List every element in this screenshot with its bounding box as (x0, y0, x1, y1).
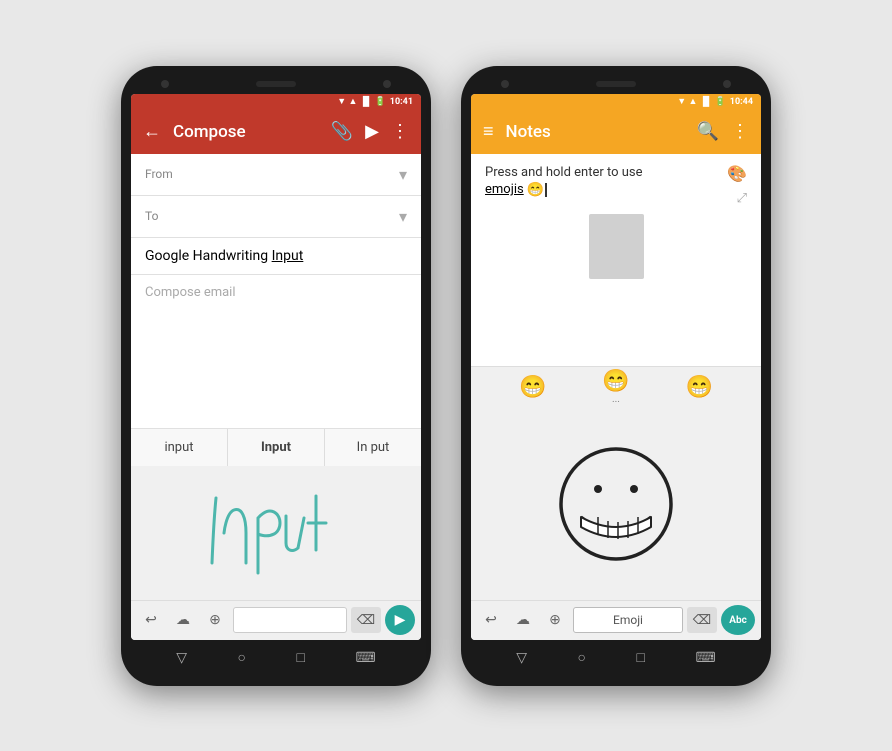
speaker-2 (596, 81, 636, 87)
gmail-form: From ▾ To ▾ Google Handwriting Input Com… (131, 154, 421, 640)
notes-text-line1: Press and hold enter to use (485, 164, 721, 182)
autocorrect-item-2[interactable]: Input (228, 429, 325, 466)
to-field[interactable]: To ▾ (131, 196, 421, 238)
expand-icon[interactable]: ⤢ (737, 191, 747, 206)
emoji-suggestions: 😁 😁 ... 😁 (471, 366, 761, 408)
thumbnail-image (589, 214, 644, 279)
attach-button[interactable]: 📎 (331, 121, 353, 142)
autocorrect-bar: input Input In put (131, 428, 421, 466)
globe-icon-1[interactable]: ⊕ (201, 606, 229, 634)
status-time-1: 10:41 (390, 97, 413, 107)
notes-content: Press and hold enter to use emojis 😁 🎨 ⤢ (471, 154, 761, 366)
text-cursor (545, 183, 547, 197)
autocorrect-item-3[interactable]: In put (325, 429, 421, 466)
palette-icon[interactable]: 🎨 (727, 164, 747, 183)
subject-text-plain: Google Handwriting (145, 248, 272, 264)
search-button[interactable]: 🔍 (697, 121, 719, 142)
notes-keyboard-bottom: ↩ ☁ ⊕ Emoji ⌫ Abc (471, 600, 761, 640)
nav-keyboard-1[interactable]: ⌨ (356, 650, 376, 666)
phone-screen-notes: ▼ ▲ ▐▌ 🔋 10:44 ≡ Notes 🔍 ⋮ Press and hol… (471, 94, 761, 640)
nav-recent-2[interactable]: □ (637, 649, 645, 666)
menu-button[interactable]: ≡ (483, 121, 494, 142)
emoji-more-label: ... (602, 394, 629, 405)
speaker-1 (256, 81, 296, 87)
camera-1 (161, 80, 169, 88)
to-label: To (145, 209, 175, 223)
camera-3 (501, 80, 509, 88)
nav-home-2[interactable]: ○ (578, 649, 586, 666)
delete-key-1[interactable]: ⌫ (351, 607, 381, 633)
abc-button[interactable]: Abc (721, 605, 755, 635)
emoji-suggestion-3[interactable]: 😁 (686, 375, 713, 400)
send-key-1[interactable]: ▶ (385, 605, 415, 635)
status-icons-1: ▼ ▲ ▐▌ 🔋 (337, 96, 386, 107)
more-button-2[interactable]: ⋮ (731, 121, 749, 142)
notes-text-line2: emojis 😁 (485, 182, 721, 198)
undo-icon-2[interactable]: ↩ (477, 606, 505, 634)
compose-area[interactable]: Compose email (131, 275, 421, 429)
emoji-drawing-svg (536, 439, 696, 569)
cloud-icon-1[interactable]: ☁ (169, 606, 197, 634)
handwriting-area[interactable] (131, 466, 421, 600)
camera-4 (723, 80, 731, 88)
globe-icon-2[interactable]: ⊕ (541, 606, 569, 634)
cloud-icon-2[interactable]: ☁ (509, 606, 537, 634)
emoji-suggestion-2[interactable]: 😁 (602, 369, 629, 394)
compose-title: Compose (173, 122, 319, 142)
send-button-toolbar[interactable]: ▶ (365, 121, 379, 142)
keyboard-bottom-1: ↩ ☁ ⊕ ⌫ ▶ (131, 600, 421, 640)
nav-recent-1[interactable]: □ (297, 649, 305, 666)
status-icons-2: ▼ ▲ ▐▌ 🔋 (677, 96, 726, 107)
from-chevron: ▾ (399, 165, 407, 184)
space-bar-1[interactable] (233, 607, 347, 633)
status-time-2: 10:44 (730, 97, 753, 107)
nav-back-2[interactable]: ▽ (516, 650, 527, 666)
emoji-drawing-area[interactable] (471, 408, 761, 600)
phone-top-2 (471, 76, 761, 94)
phone-screen-gmail: ▼ ▲ ▐▌ 🔋 10:41 ← Compose 📎 ▶ ⋮ From ▾ To (131, 94, 421, 640)
back-button[interactable]: ← (143, 121, 161, 142)
phones-container: ▼ ▲ ▐▌ 🔋 10:41 ← Compose 📎 ▶ ⋮ From ▾ To (121, 66, 771, 686)
handwriting-svg (186, 478, 366, 588)
to-chevron: ▾ (399, 207, 407, 226)
phone-notes: ▼ ▲ ▐▌ 🔋 10:44 ≡ Notes 🔍 ⋮ Press and hol… (461, 66, 771, 686)
notes-title: Notes (506, 122, 685, 142)
subject-text-underline: Input (272, 248, 304, 264)
camera-2 (383, 80, 391, 88)
nav-bar-2: ▽ ○ □ ⌨ (471, 640, 761, 676)
nav-back-1[interactable]: ▽ (176, 650, 187, 666)
autocorrect-item-1[interactable]: input (131, 429, 228, 466)
status-bar-1: ▼ ▲ ▐▌ 🔋 10:41 (131, 94, 421, 110)
subject-field[interactable]: Google Handwriting Input (131, 238, 421, 275)
from-label: From (145, 167, 175, 181)
phone-gmail: ▼ ▲ ▐▌ 🔋 10:41 ← Compose 📎 ▶ ⋮ From ▾ To (121, 66, 431, 686)
delete-key-2[interactable]: ⌫ (687, 607, 717, 633)
note-emoji-inline: 😁 (527, 182, 544, 198)
compose-placeholder: Compose email (145, 285, 236, 300)
emoji-suggestion-1[interactable]: 😁 (519, 375, 546, 400)
gmail-toolbar: ← Compose 📎 ▶ ⋮ (131, 110, 421, 154)
nav-home-1[interactable]: ○ (238, 649, 246, 666)
emoji-keyboard-button[interactable]: Emoji (573, 607, 683, 633)
phone-top-1 (131, 76, 421, 94)
nav-keyboard-2[interactable]: ⌨ (696, 650, 716, 666)
undo-icon-1[interactable]: ↩ (137, 606, 165, 634)
notes-toolbar: ≡ Notes 🔍 ⋮ (471, 110, 761, 154)
status-bar-2: ▼ ▲ ▐▌ 🔋 10:44 (471, 94, 761, 110)
more-button-1[interactable]: ⋮ (391, 121, 409, 142)
note-thumbnail (485, 214, 747, 279)
from-field[interactable]: From ▾ (131, 154, 421, 196)
nav-bar-1: ▽ ○ □ ⌨ (131, 640, 421, 676)
